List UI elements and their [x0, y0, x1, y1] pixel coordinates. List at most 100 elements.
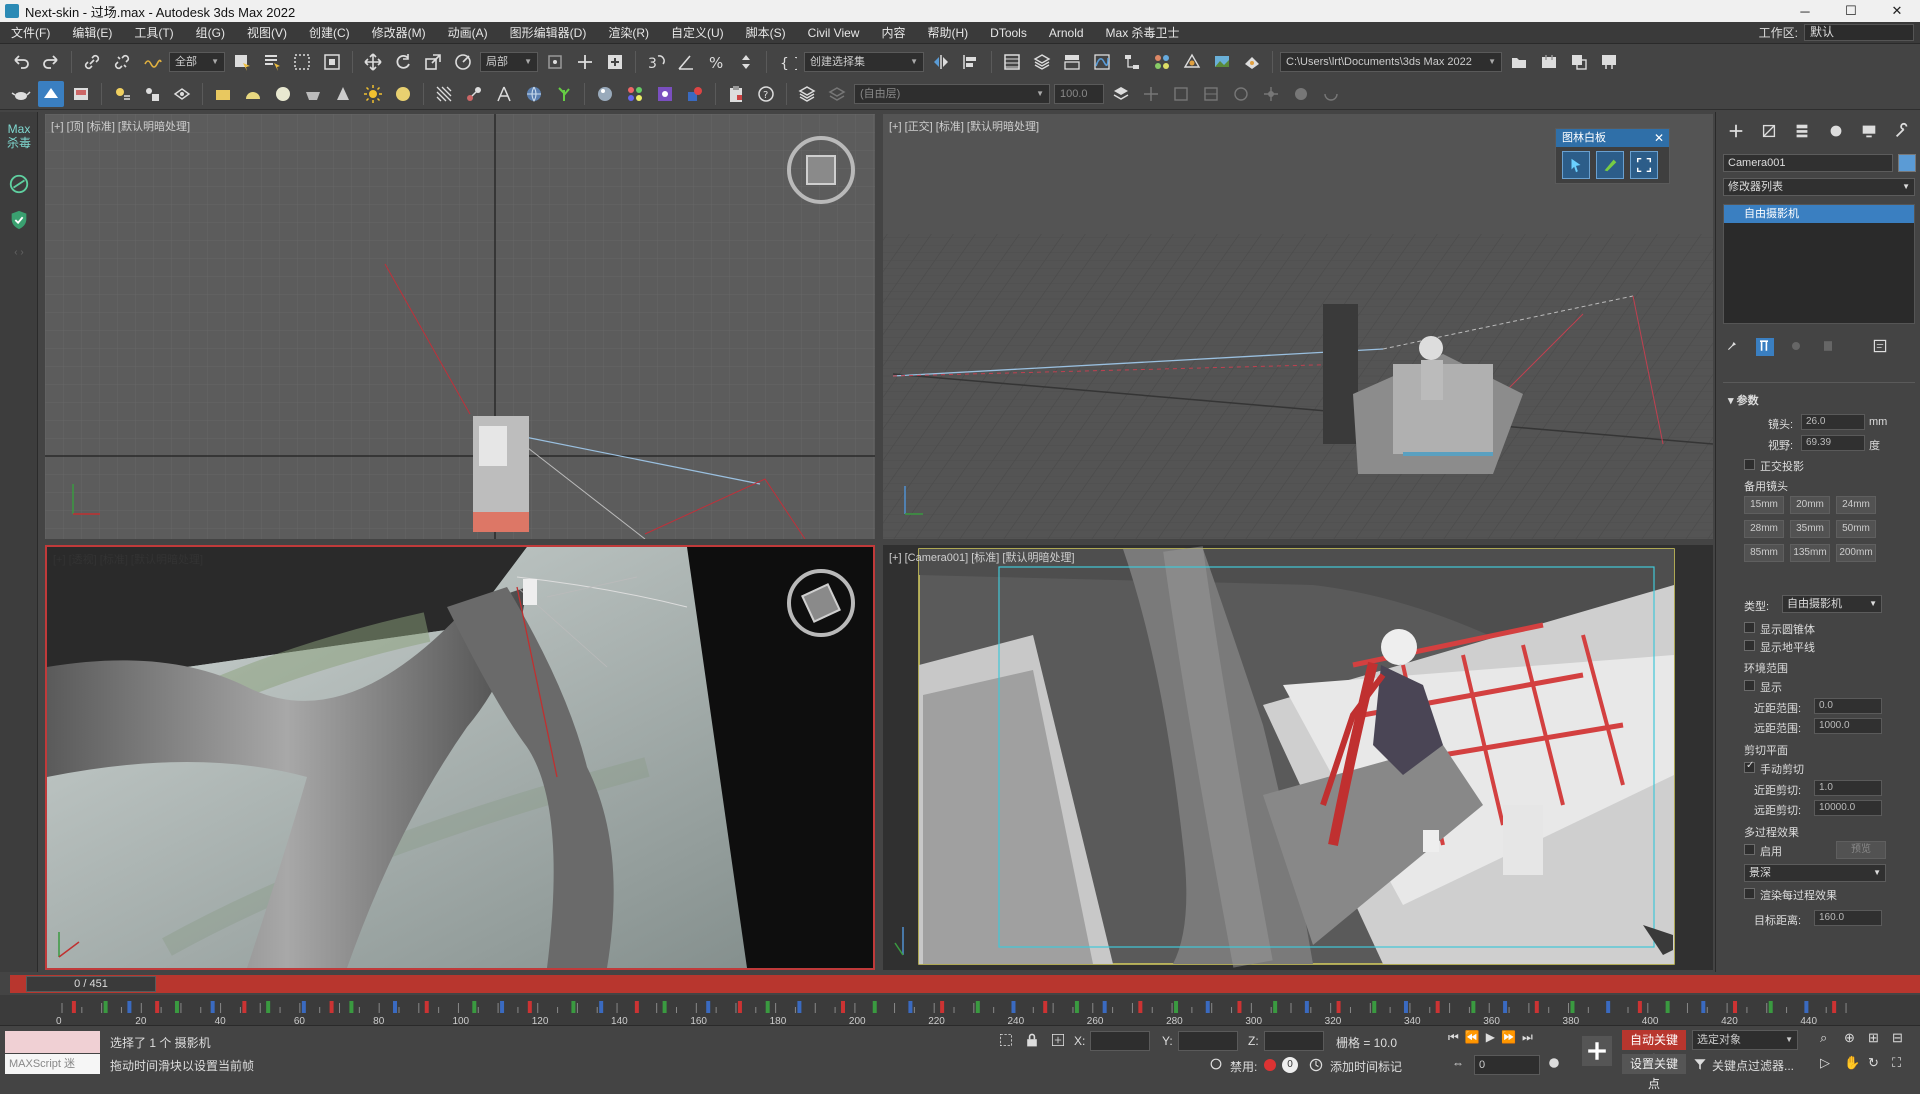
keyframe-marker[interactable]: [210, 1001, 215, 1013]
keyframe-marker[interactable]: [1273, 1001, 1278, 1013]
lock-icon[interactable]: [1024, 1032, 1042, 1050]
menu-help[interactable]: 帮助(H): [916, 24, 979, 41]
bowl-icon[interactable]: [300, 81, 326, 107]
menu-graph-editors[interactable]: 图形编辑器(D): [499, 24, 598, 41]
set-project-icon[interactable]: [1566, 49, 1592, 75]
keyframe-marker[interactable]: [1665, 1001, 1670, 1013]
map-browser-icon[interactable]: [652, 81, 678, 107]
layer-tool-5-icon[interactable]: [1288, 81, 1314, 107]
menu-modifiers[interactable]: 修改器(M): [361, 24, 437, 41]
collapse-arrows-icon[interactable]: ‹ ›: [7, 240, 31, 264]
lens-28mm-button[interactable]: 28mm: [1744, 520, 1784, 538]
whiteboard-close-icon[interactable]: ✕: [1654, 129, 1664, 147]
menu-create[interactable]: 创建(C): [298, 24, 361, 41]
zoom-all-icon[interactable]: ⊕: [1844, 1030, 1864, 1051]
viewport-top-label[interactable]: [+] [顶] [标准] [默认明暗处理]: [51, 118, 190, 134]
keyframe-marker[interactable]: [1471, 1001, 1476, 1013]
layer-tool-6-icon[interactable]: [1318, 81, 1344, 107]
zoom-icon[interactable]: ⌕: [1820, 1030, 1840, 1051]
minimize-button[interactable]: ─: [1782, 0, 1828, 22]
set-key-button[interactable]: 设置关键点: [1622, 1054, 1686, 1091]
named-selection-dropdown[interactable]: 创建选择集 ▼: [804, 52, 924, 72]
layer-value-field[interactable]: 100.0: [1054, 83, 1104, 104]
show-horizon-checkbox[interactable]: [1744, 640, 1755, 651]
menu-tools[interactable]: 工具(T): [123, 24, 184, 41]
absolute-mode-icon[interactable]: [1050, 1032, 1068, 1050]
far-clip-spinner[interactable]: 10000.0: [1814, 800, 1882, 816]
keyframe-marker[interactable]: [1237, 1001, 1242, 1013]
keyframe-marker[interactable]: [1733, 1001, 1738, 1013]
antivirus-scan-icon[interactable]: [7, 172, 31, 196]
menu-content[interactable]: 内容: [870, 24, 916, 41]
params-rollout-header[interactable]: ▾ 参数: [1728, 392, 1759, 408]
go-to-start-icon[interactable]: ⏮: [1448, 1030, 1459, 1050]
viewport-camera[interactable]: [+] [Camera001] [标准] [默认明暗处理]: [883, 545, 1713, 970]
schematic-view-icon[interactable]: [1119, 49, 1145, 75]
lens-50mm-button[interactable]: 50mm: [1836, 520, 1876, 538]
particle-view-icon[interactable]: [169, 81, 195, 107]
ribbon-toggle-icon[interactable]: [1059, 49, 1085, 75]
keyframe-marker[interactable]: [266, 1001, 271, 1013]
brush-tool-icon[interactable]: [1596, 151, 1624, 179]
redo-icon[interactable]: [38, 49, 64, 75]
hierarchy-tab-icon[interactable]: [1790, 120, 1814, 142]
motion-tab-icon[interactable]: [1824, 120, 1848, 142]
keyframe-marker[interactable]: [527, 1001, 532, 1013]
menu-max-antivirus[interactable]: Max 杀毒卫士: [1095, 24, 1191, 41]
spinner-snap-icon[interactable]: [733, 49, 759, 75]
z-coord-field[interactable]: [1264, 1031, 1324, 1051]
key-filters-button[interactable]: 关键点过滤器...: [1712, 1057, 1794, 1074]
keyframe-marker[interactable]: [662, 1001, 667, 1013]
key-filter-icon[interactable]: [1692, 1056, 1708, 1072]
cone-primitive-icon[interactable]: [330, 81, 356, 107]
orbit-icon[interactable]: ↻: [1868, 1055, 1888, 1076]
angle-snap-icon[interactable]: [673, 49, 699, 75]
teapot-icon[interactable]: [8, 81, 34, 107]
box-primitive-icon[interactable]: [210, 81, 236, 107]
menu-animation[interactable]: 动画(A): [437, 24, 499, 41]
hemisphere-icon[interactable]: [240, 81, 266, 107]
menu-scripting[interactable]: 脚本(S): [735, 24, 797, 41]
keyframe-marker[interactable]: [174, 1001, 179, 1013]
world-globe-icon[interactable]: [521, 81, 547, 107]
record-icon[interactable]: [1264, 1059, 1276, 1071]
zoom-extents-all-icon[interactable]: ⊟: [1892, 1030, 1912, 1051]
rendered-frame-window-icon[interactable]: [1209, 49, 1235, 75]
close-button[interactable]: ✕: [1874, 0, 1920, 22]
make-unique-icon[interactable]: [1788, 338, 1806, 356]
keyframe-marker[interactable]: [841, 1001, 846, 1013]
near-range-spinner[interactable]: 0.0: [1814, 698, 1882, 714]
menu-edit[interactable]: 编辑(E): [61, 24, 123, 41]
light-lister-icon[interactable]: [109, 81, 135, 107]
keyframe-marker[interactable]: [1570, 1001, 1575, 1013]
keyframe-marker[interactable]: [242, 1001, 247, 1013]
multipass-enable-checkbox[interactable]: [1744, 844, 1755, 855]
far-range-spinner[interactable]: 1000.0: [1814, 718, 1882, 734]
keyframe-marker[interactable]: [797, 1001, 802, 1013]
slate-editor-icon[interactable]: [622, 81, 648, 107]
connect-icon[interactable]: [461, 81, 487, 107]
menu-dtools[interactable]: DTools: [979, 26, 1038, 40]
add-layer-icon[interactable]: [1138, 81, 1164, 107]
layer-tool-2-icon[interactable]: [1198, 81, 1224, 107]
time-slider[interactable]: 0 / 451: [10, 975, 1920, 993]
window-crossing-icon[interactable]: [319, 49, 345, 75]
mirror-icon[interactable]: [928, 49, 954, 75]
menu-views[interactable]: 视图(V): [236, 24, 298, 41]
snap-toggle-icon[interactable]: 3: [643, 49, 669, 75]
maxscript-listener[interactable]: [5, 1031, 100, 1053]
menu-arnold[interactable]: Arnold: [1038, 26, 1095, 40]
render-frame-icon[interactable]: [68, 81, 94, 107]
field-of-view-icon[interactable]: ▷: [1820, 1055, 1840, 1076]
keyframe-marker[interactable]: [1768, 1001, 1773, 1013]
layers-icon[interactable]: [794, 81, 820, 107]
manual-clip-checkbox[interactable]: [1744, 760, 1755, 773]
whiteboard-panel[interactable]: 图林白板 ✕: [1555, 128, 1670, 184]
pan-icon[interactable]: ✋: [1844, 1055, 1864, 1076]
keyframe-marker[interactable]: [872, 1001, 877, 1013]
keyframe-marker[interactable]: [1304, 1001, 1309, 1013]
stack-layers-icon[interactable]: [1108, 81, 1134, 107]
menu-group[interactable]: 组(G): [185, 24, 236, 41]
material-editor-icon[interactable]: [1149, 49, 1175, 75]
fullscreen-tool-icon[interactable]: [1630, 151, 1658, 179]
